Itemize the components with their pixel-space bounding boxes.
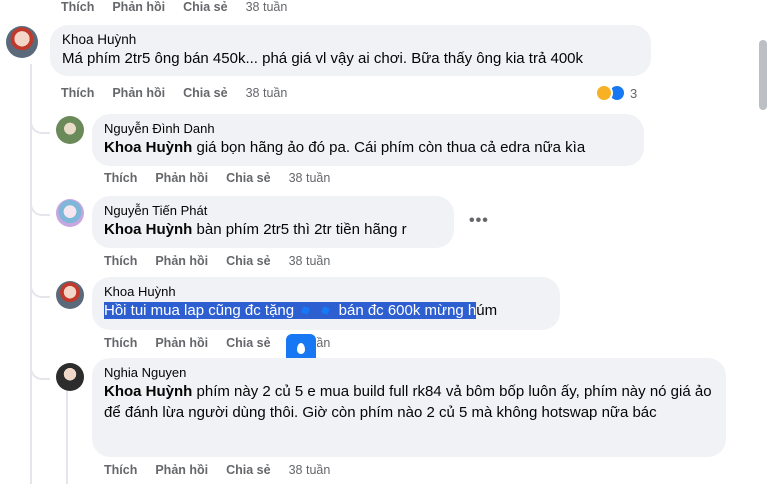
like-button[interactable]: Thích [61,0,94,14]
share-button[interactable]: Chia sẻ [226,254,270,268]
reply-button[interactable]: Phản hồi [155,463,208,477]
mention-link[interactable]: Khoa Huỳnh [104,383,192,400]
reply-author[interactable]: Nghia Nguyen [104,365,714,381]
comment-author[interactable]: Khoa Huỳnh [62,32,639,48]
reply-actions: Thích Phản hồi Chia sẻ 38 tuần [104,171,348,185]
like-button[interactable]: Thích [104,254,137,268]
reply-author[interactable]: Nguyễn Đình Danh [104,121,632,137]
emoji-icon [298,302,335,319]
reply-button[interactable]: Phản hồi [155,171,208,185]
comment-text: Má phím 2tr5 ông bán 450k... phá giá vl … [62,50,584,67]
timestamp[interactable]: 38 tuần [246,0,288,14]
like-button[interactable]: Thích [104,171,137,185]
like-button[interactable]: Thích [61,86,94,100]
reply-text: Khoa Huỳnh phím này 2 củ 5 e mua build f… [104,383,712,421]
selected-text: Hồi tui mua lap cũng đc tặng [104,302,299,319]
avatar[interactable] [56,199,84,227]
like-button[interactable]: Thích [104,463,137,477]
share-button[interactable]: Chia sẻ [226,463,270,477]
reply-text: Khoa Huỳnh giá bọn hãng ảo đó pa. Cái ph… [104,139,586,156]
avatar[interactable] [56,116,84,144]
thread-connector [30,196,50,216]
comment-actions: Thích Phản hồi Chia sẻ 38 tuần [61,86,305,100]
reply-button[interactable]: Phản hồi [112,0,165,14]
share-button[interactable]: Chia sẻ [183,86,227,100]
thread-connector [30,278,50,298]
selected-text: bán đc 600k mừng h [334,302,477,319]
reply-actions: Thích Phản hồi Chia sẻ 38 tuần [104,463,348,477]
reply-actions: Thích Phản hồi Chia sẻ 38 tuần [104,254,348,268]
share-button[interactable]: Chia sẻ [183,0,227,14]
reaction-count: 3 [630,85,638,101]
thread-connector [30,360,50,380]
mention-link[interactable]: Khoa Huỳnh [104,221,192,238]
comment-bubble: Khoa Huỳnh Má phím 2tr5 ông bán 450k... … [50,25,651,76]
reply-button[interactable]: Phản hồi [112,86,165,100]
share-button[interactable]: Chia sẻ [226,171,270,185]
reply-author[interactable]: Nguyễn Tiến Phát [104,203,442,219]
timestamp[interactable]: 38 tuần [289,254,331,268]
avatar[interactable] [56,281,84,309]
reply-bubble: Khoa Huỳnh Hồi tui mua lap cũng đc tặng … [92,277,560,330]
like-button[interactable]: Thích [104,336,137,350]
thread-connector [30,114,50,134]
reply-text: Hồi tui mua lap cũng đc tặng bán đc 600k… [104,302,498,319]
reaction-summary[interactable]: 3 [595,84,637,102]
reply-button[interactable]: Phản hồi [155,336,208,350]
reply-bubble: Nghia Nguyen Khoa Huỳnh phím này 2 củ 5 … [92,358,726,457]
reply-button[interactable]: Phản hồi [155,254,208,268]
more-options-icon[interactable]: ••• [469,212,489,230]
mention-link[interactable]: Khoa Huỳnh [104,139,192,156]
reply-author[interactable]: Khoa Huỳnh [104,284,548,300]
timestamp[interactable]: 38 tuần [289,171,331,185]
scrollbar-thumb[interactable] [759,40,767,110]
haha-reaction-icon [595,84,613,102]
share-button[interactable]: Chia sẻ [226,336,270,350]
reply-bubble: Nguyễn Tiến Phát Khoa Huỳnh bàn phím 2tr… [92,196,454,248]
timestamp[interactable]: 38 tuần [246,86,288,100]
reply-bubble: Nguyễn Đình Danh Khoa Huỳnh giá bọn hãng… [92,114,644,166]
reply-text: Khoa Huỳnh bàn phím 2tr5 thì 2tr tiền hã… [104,221,407,238]
avatar[interactable] [56,363,84,391]
timestamp[interactable]: 38 tuần [289,463,331,477]
avatar[interactable] [6,26,38,58]
prev-comment-actions: Thích Phản hồi Chia sẻ 38 tuần [61,0,305,14]
